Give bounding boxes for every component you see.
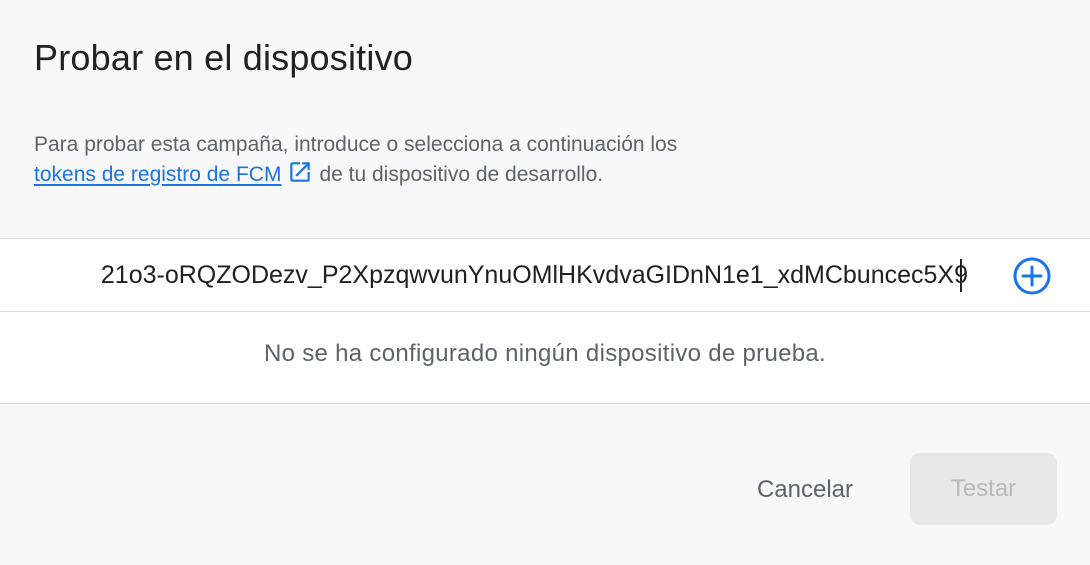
- dialog-title: Probar en el dispositivo: [34, 37, 414, 78]
- test-button[interactable]: Testar: [910, 453, 1057, 525]
- token-value: 21o3-oRQZODezv_P2XpzqwvunYnuOMlHKvdvaGID…: [100, 261, 968, 289]
- fcm-tokens-link[interactable]: tokens de registro de FCM: [34, 163, 281, 186]
- empty-state-message: No se ha configurado ningún dispositivo …: [263, 340, 827, 367]
- description-text: Para probar esta campaña, introduce o se…: [34, 133, 678, 156]
- open-in-new-icon[interactable]: [287, 159, 313, 185]
- test-on-device-dialog: Probar en el dispositivo Para probar est…: [0, 0, 1090, 565]
- cancel-button[interactable]: Cancelar: [728, 455, 882, 525]
- add-circle-icon[interactable]: [1012, 256, 1052, 296]
- empty-device-list: No se ha configurado ningún dispositivo …: [0, 312, 1090, 404]
- fcm-token-input[interactable]: 21o3-oRQZODezv_P2XpzqwvunYnuOMlHKvdvaGID…: [0, 239, 968, 311]
- token-input-row: 21o3-oRQZODezv_P2XpzqwvunYnuOMlHKvdvaGID…: [0, 238, 1090, 312]
- text-caret: [960, 259, 962, 292]
- dialog-description: Para probar esta campaña, introduce o se…: [34, 130, 1034, 189]
- description-text-end: de tu dispositivo de desarrollo.: [319, 163, 604, 186]
